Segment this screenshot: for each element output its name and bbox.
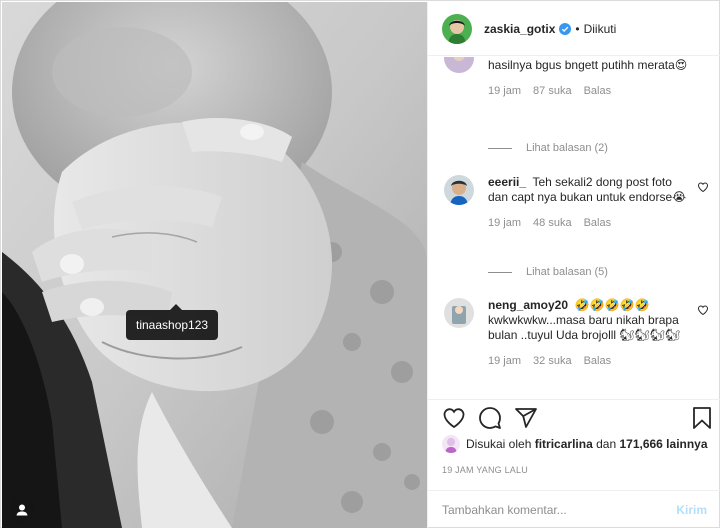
commenter-avatar[interactable] (444, 57, 474, 73)
separator-dot: • (575, 21, 580, 36)
reply-button[interactable]: Balas (584, 85, 612, 97)
share-paper-plane-icon[interactable] (514, 406, 538, 430)
comment-likes[interactable]: 87 suka (533, 85, 572, 97)
commenter-avatar[interactable] (444, 175, 474, 205)
commenter-avatar-image (444, 175, 474, 205)
reply-button[interactable]: Balas (584, 217, 612, 229)
author-username[interactable]: zaskia_gotix (484, 22, 555, 36)
likes-count-link[interactable]: 171,666 lainnya (619, 437, 707, 451)
view-replies-label: Lihat balasan (2) (526, 142, 608, 154)
commenter-avatar-image (444, 298, 474, 328)
likes-prefix: Disukai oleh (466, 437, 532, 451)
likes-mid: dan (596, 437, 617, 451)
comment-meta: 19 jam 87 suka Balas (488, 85, 709, 97)
tagged-users-button[interactable] (10, 498, 34, 522)
comment-likes[interactable]: 32 suka (533, 355, 572, 367)
like-heart-icon[interactable] (442, 406, 466, 430)
save-bookmark-icon[interactable] (690, 406, 714, 430)
commenter-username[interactable]: neng_amoy20 (488, 298, 568, 312)
comments-list[interactable]: pemutih dr widi_naturalbeauty hasilnya b… (428, 57, 720, 399)
comment-item: eeerii_ Teh sekali2 dong post foto dan c… (444, 175, 709, 229)
comment-body: neng_amoy20 🤣🤣🤣🤣🤣 kwkwkwkw...masa baru n… (488, 298, 688, 343)
post-side-panel: zaskia_gotix • Diikuti pemutih dr widi_n… (427, 2, 720, 528)
post-frame: tinaashop123 zaskia_gotix • Diikuti hasi… (0, 0, 720, 528)
post-header: zaskia_gotix • Diikuti (428, 2, 720, 56)
likes-summary: Disukai oleh fitricarlina dan 171,666 la… (442, 435, 708, 453)
comment-time[interactable]: 19 jam (488, 217, 521, 229)
comment-text: pemutih dr widi_naturalbeauty hasilnya b… (488, 58, 688, 72)
verified-badge-icon (559, 22, 572, 35)
like-comment-heart-icon[interactable] (697, 181, 709, 193)
comment-bubble-icon[interactable] (478, 406, 502, 430)
commenter-avatar-image (444, 57, 474, 73)
view-replies-link[interactable]: Lihat balasan (2) (488, 142, 608, 154)
comment-meta: 19 jam 48 suka Balas (488, 217, 709, 229)
comment-body: eeerii_ Teh sekali2 dong post foto dan c… (488, 175, 688, 205)
reply-button[interactable]: Balas (584, 355, 612, 367)
post-comment-button[interactable]: Kirim (676, 503, 707, 517)
replies-divider (488, 271, 512, 273)
liker-username[interactable]: fitricarlina (535, 437, 593, 451)
liker-avatar-image (442, 435, 460, 453)
comment-item: pemutih dr widi_naturalbeauty hasilnya b… (444, 57, 709, 97)
post-timestamp[interactable]: 19 JAM YANG LALU (442, 465, 528, 475)
user-icon (16, 504, 28, 516)
comment-time[interactable]: 19 jam (488, 85, 521, 97)
user-tag-bubble[interactable]: tinaashop123 (126, 304, 219, 340)
commenter-avatar[interactable] (444, 298, 474, 328)
liker-avatar[interactable] (442, 435, 460, 453)
comment-meta: 19 jam 32 suka Balas (488, 355, 709, 367)
comment-item: neng_amoy20 🤣🤣🤣🤣🤣 kwkwkwkw...masa baru n… (444, 298, 709, 367)
post-photo[interactable]: tinaashop123 (2, 2, 427, 528)
replies-divider (488, 147, 512, 149)
comment-time[interactable]: 19 jam (488, 355, 521, 367)
comment-input[interactable] (442, 502, 677, 517)
photo-image (2, 2, 427, 528)
post-action-bar (428, 399, 720, 435)
view-replies-label: Lihat balasan (5) (526, 266, 608, 278)
add-comment-bar: Kirim (428, 490, 720, 528)
following-button[interactable]: Diikuti (584, 22, 617, 36)
comment-likes[interactable]: 48 suka (533, 217, 572, 229)
author-avatar[interactable] (442, 13, 472, 44)
commenter-username[interactable]: eeerii_ (488, 175, 526, 189)
like-comment-heart-icon[interactable] (697, 304, 709, 316)
author-avatar-image (442, 13, 472, 44)
view-replies-link[interactable]: Lihat balasan (5) (488, 266, 608, 278)
